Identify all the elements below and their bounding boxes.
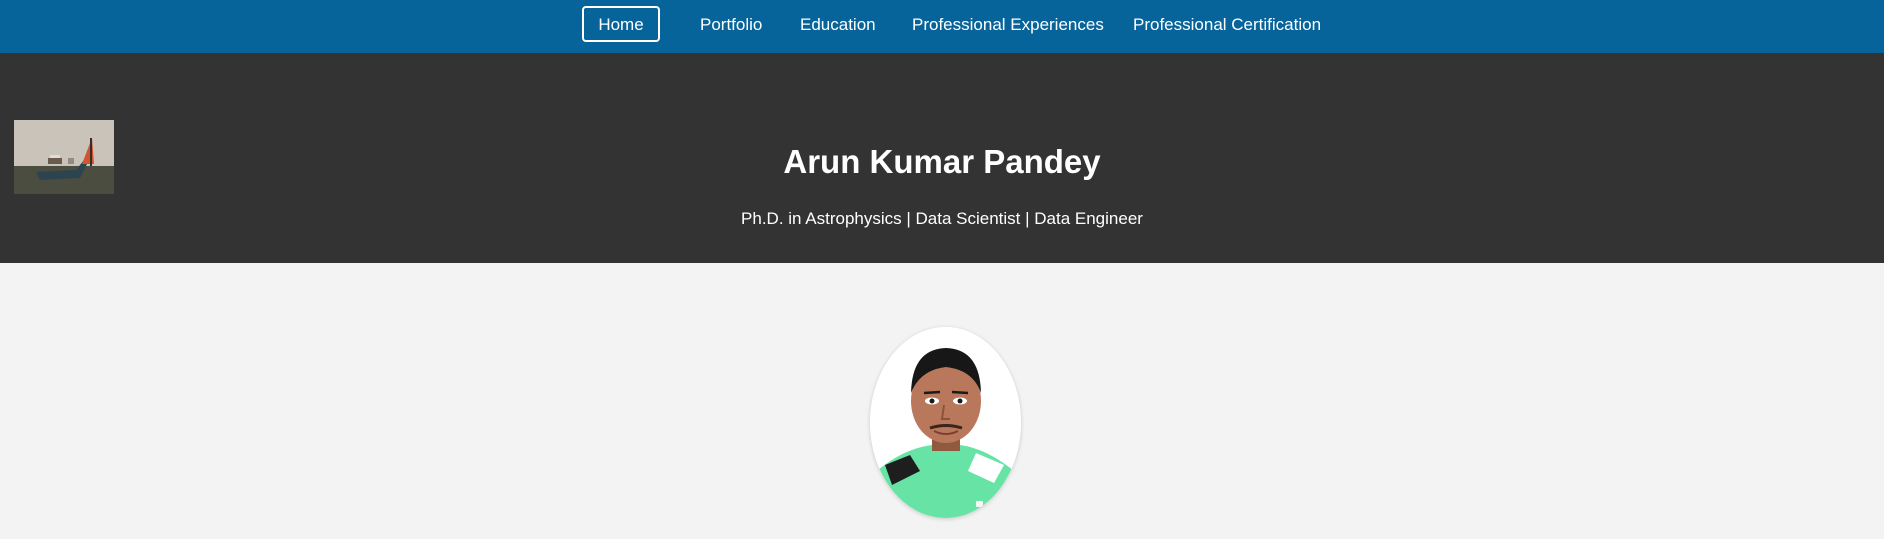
nav-professional-experiences-link[interactable]: Professional Experiences: [910, 6, 1104, 42]
profile-photo-graphic: [870, 327, 1021, 518]
hero-header: Arun Kumar Pandey Ph.D. in Astrophysics …: [0, 53, 1884, 263]
nav-professional-certification-link[interactable]: Professional Certification: [1131, 6, 1321, 42]
hero-name: Arun Kumar Pandey: [783, 143, 1101, 180]
top-navigation-bar: Home Portfolio Education Professional Ex…: [0, 0, 1884, 53]
nav-portfolio-link[interactable]: Portfolio: [698, 6, 762, 42]
profile-photo: [870, 327, 1021, 518]
hero-tagline: Ph.D. in Astrophysics | Data Scientist |…: [741, 209, 1143, 228]
nav-home-link[interactable]: Home: [582, 6, 660, 42]
nav-list: Home Portfolio Education Professional Ex…: [0, 0, 1884, 53]
nav-education-link[interactable]: Education: [798, 6, 876, 42]
